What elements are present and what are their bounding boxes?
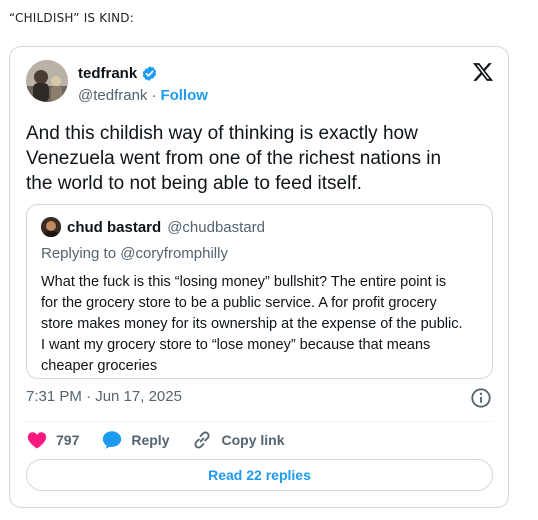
follow-button[interactable]: Follow (160, 87, 208, 104)
tweet-text-line: And this childish way of thinking is exa… (26, 123, 418, 144)
quoted-author-handle: @chudbastard (167, 218, 265, 236)
quoted-tweet-header: chud bastard @chudbastard (41, 217, 478, 237)
divider (26, 421, 492, 422)
quoted-text-line: for the grocery store to be a public ser… (41, 295, 437, 311)
author-handle-row: @tedfrank · Follow (78, 87, 208, 104)
reply-button[interactable]: Reply (101, 429, 169, 451)
author-name[interactable]: tedfrank (78, 65, 137, 82)
speech-bubble-icon (103, 431, 122, 449)
quoted-text-line: I want my grocery store to “lose money” … (41, 337, 431, 353)
replying-to: Replying to @coryfromphilly (41, 245, 228, 262)
author-handle[interactable]: @tedfrank (78, 87, 147, 104)
like-count: 797 (56, 432, 80, 448)
read-replies-button[interactable]: Read 22 replies (26, 459, 493, 491)
separator-dot: · (151, 87, 157, 104)
quoted-text-line: store makes money for its ownership at t… (41, 316, 463, 332)
author-avatar[interactable] (26, 60, 68, 102)
quoted-tweet[interactable]: chud bastard @chudbastard Replying to @c… (26, 204, 493, 379)
tweet-text-line: Venezuela went from one of the richest n… (26, 148, 442, 169)
tweet-actions: 797 Reply Copy link (26, 428, 307, 452)
quoted-text-line: What the fuck is this “losing money” bul… (41, 274, 447, 290)
copy-link-button[interactable]: Copy link (191, 429, 285, 451)
author-name-row: tedfrank (78, 65, 158, 82)
verified-badge-icon (141, 65, 158, 82)
quoted-text-line: cheaper groceries (41, 358, 158, 374)
embedded-tweet-card: tedfrank @tedfrank · Follow And this chi… (9, 46, 509, 508)
x-logo-icon[interactable] (472, 61, 494, 83)
tweet-text-line: the world to not being able to feed itse… (26, 173, 362, 194)
reply-label: Reply (131, 432, 170, 448)
like-button[interactable]: 797 (26, 429, 79, 451)
info-icon[interactable] (470, 387, 492, 409)
heart-icon (27, 432, 47, 449)
tweet-timestamp[interactable]: 7:31 PM · Jun 17, 2025 (26, 388, 182, 405)
quoted-tweet-body: What the fuck is this “losing money” bul… (41, 272, 478, 377)
quoted-author-avatar (41, 217, 61, 237)
page-caption: “CHILDISH” IS KIND: (9, 11, 134, 25)
copy-link-label: Copy link (221, 432, 285, 448)
tweet-body: And this childish way of thinking is exa… (26, 121, 496, 196)
link-icon (194, 431, 211, 449)
quoted-author-name: chud bastard (67, 218, 162, 236)
